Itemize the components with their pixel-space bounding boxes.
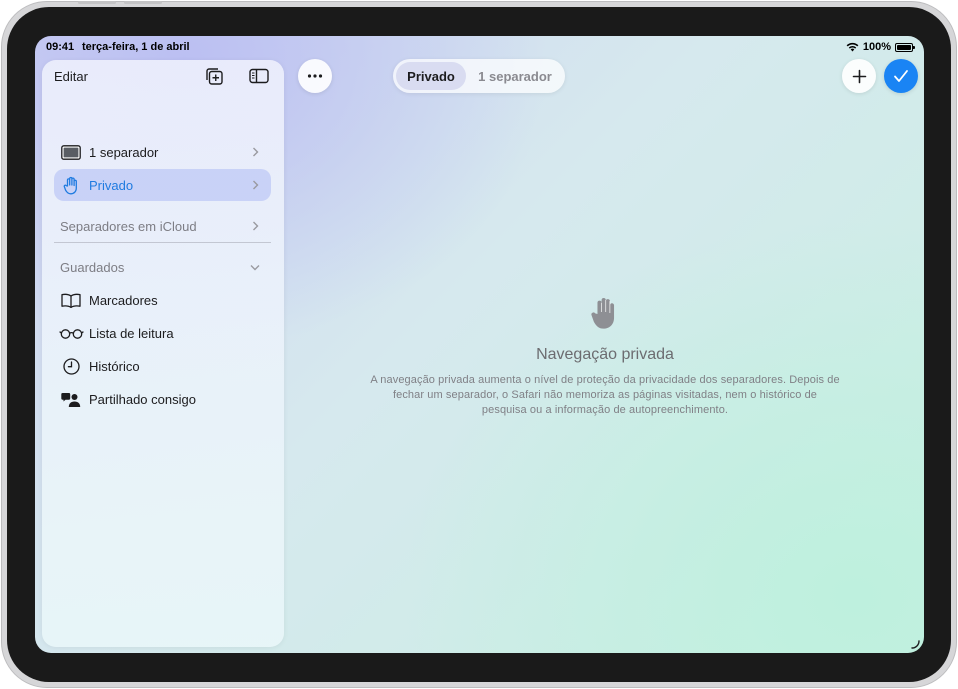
private-browsing-empty-state: Navegação privada A navegação privada au… xyxy=(365,294,845,418)
battery-fill xyxy=(897,44,911,50)
wifi-icon xyxy=(846,42,859,52)
sidebar-item-label: 1 separador xyxy=(89,144,159,160)
tablet-icon xyxy=(58,136,84,168)
saved-section-header[interactable]: Guardados xyxy=(54,251,271,283)
sidebar-item-history[interactable]: Histórico xyxy=(54,350,271,382)
sidebar-item-label: Privado xyxy=(89,177,134,193)
shared-people-icon xyxy=(58,383,84,415)
sidebar-item-reading-list[interactable]: Lista de leitura xyxy=(54,317,271,349)
book-icon xyxy=(58,284,84,316)
sidebar-item-private[interactable]: Privado xyxy=(54,169,271,201)
icloud-tabs-label: Separadores em iCloud xyxy=(60,218,197,234)
done-button[interactable] xyxy=(884,59,918,93)
resize-corner-icon[interactable] xyxy=(908,637,922,651)
edit-button[interactable]: Editar xyxy=(54,69,88,84)
sidebar-icon xyxy=(249,68,269,84)
status-time: 09:41 xyxy=(46,41,75,53)
volume-button xyxy=(124,1,162,4)
sidebar-item-bookmarks[interactable]: Marcadores xyxy=(54,284,271,316)
empty-state-title: Navegação privada xyxy=(536,346,674,363)
sidebar-item-shared-with-you[interactable]: Partilhado consigo xyxy=(54,383,271,415)
new-tab-button[interactable] xyxy=(842,59,876,93)
segment-private[interactable]: Privado xyxy=(396,62,466,90)
status-bar: 09:41 terça-feira, 1 de abril 100% xyxy=(35,36,924,58)
new-tab-group-button[interactable] xyxy=(202,64,226,88)
battery-icon xyxy=(895,42,915,52)
chevron-down-icon xyxy=(250,265,260,271)
sidebar-divider xyxy=(54,242,271,243)
chevron-right-icon xyxy=(253,180,259,190)
sidebar-item-icloud-tabs[interactable]: Separadores em iCloud xyxy=(54,210,271,242)
new-tab-group-icon xyxy=(205,67,223,85)
chevron-right-icon xyxy=(253,147,259,157)
segment-tabs[interactable]: 1 separador xyxy=(469,62,561,90)
more-icon xyxy=(307,74,323,78)
empty-state-description: A navegação privada aumenta o nível de p… xyxy=(370,374,840,416)
hand-icon xyxy=(591,297,615,329)
sidebar: Editar 1 separador Privado Separadores e… xyxy=(42,60,284,647)
sidebar-item-label: Marcadores xyxy=(89,292,158,308)
sidebar-item-label: Partilhado consigo xyxy=(89,391,196,407)
status-date: terça-feira, 1 de abril xyxy=(82,41,190,53)
plus-icon xyxy=(852,69,866,83)
checkmark-icon xyxy=(894,70,908,82)
glasses-icon xyxy=(58,317,84,349)
sidebar-item-tab-group-1[interactable]: 1 separador xyxy=(54,136,271,168)
toggle-sidebar-button[interactable] xyxy=(247,64,271,88)
sidebar-item-label: Lista de leitura xyxy=(89,325,174,341)
clock-icon xyxy=(58,350,84,382)
saved-section-label: Guardados xyxy=(60,259,125,275)
chevron-right-icon xyxy=(253,221,259,231)
volume-button xyxy=(78,1,116,4)
sidebar-item-label: Histórico xyxy=(89,358,140,374)
battery-percent: 100% xyxy=(862,41,891,53)
screen: 09:41 terça-feira, 1 de abril 100% Edita… xyxy=(35,36,924,653)
more-options-button[interactable] xyxy=(298,59,332,93)
hand-icon xyxy=(58,169,84,201)
tab-group-segmented-control: Privado 1 separador xyxy=(393,59,565,93)
status-indicators: 100% xyxy=(846,41,915,53)
